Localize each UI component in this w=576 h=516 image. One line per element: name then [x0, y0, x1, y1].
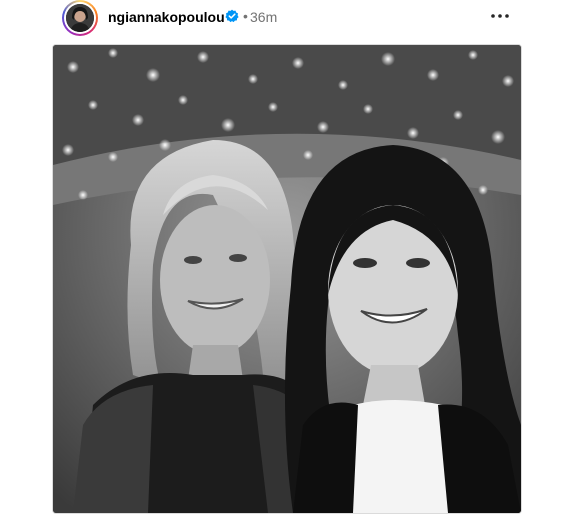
avatar-image: [66, 4, 94, 32]
post-photo-image: [53, 45, 521, 513]
post-timestamp[interactable]: 36m: [250, 9, 277, 25]
post-photo[interactable]: [52, 44, 522, 514]
verified-badge-icon: [225, 9, 239, 23]
avatar-story-ring[interactable]: [62, 0, 98, 36]
avatar[interactable]: [66, 4, 94, 32]
more-options-icon[interactable]: [488, 7, 512, 25]
meta-separator: •: [243, 8, 248, 24]
post-header: ngiannakopoulou • 36m: [60, 0, 520, 36]
post-username[interactable]: ngiannakopoulou: [108, 9, 225, 25]
